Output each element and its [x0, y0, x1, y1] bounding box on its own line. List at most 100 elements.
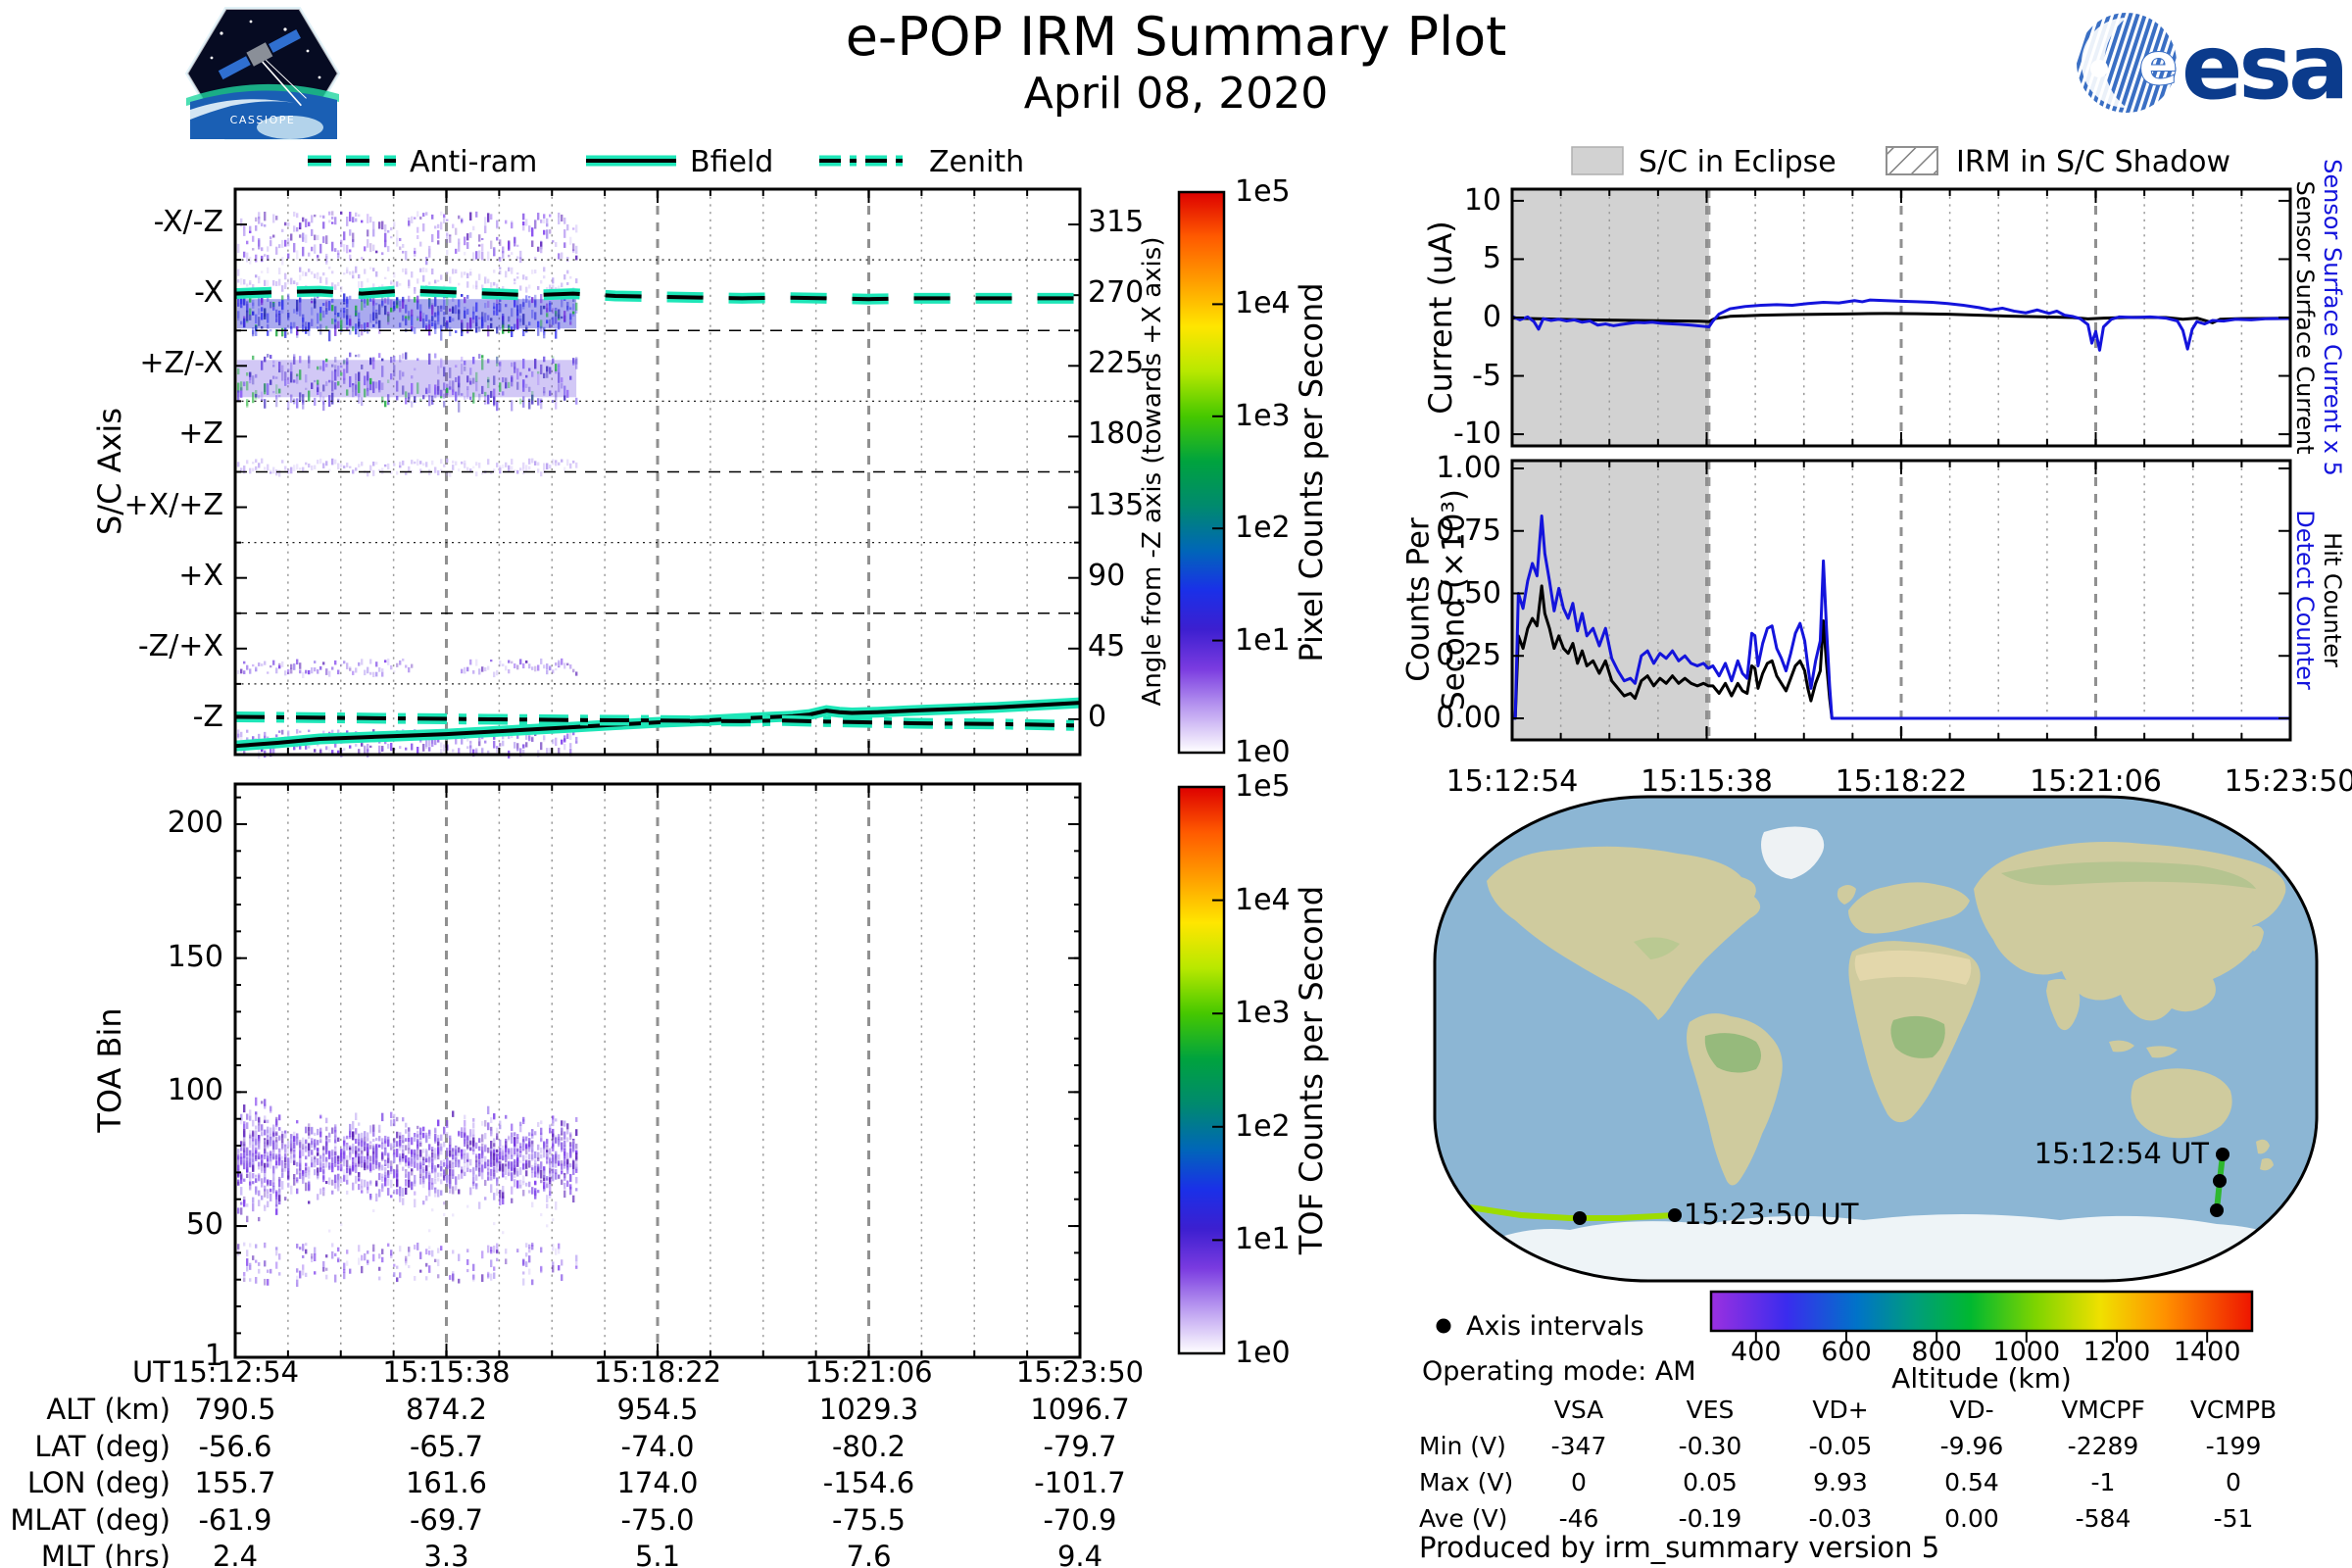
colorbar-tick-label: 1e3: [1235, 996, 1291, 1031]
ephemeris-cell: 15:12:54: [171, 1355, 300, 1389]
altitude-tick-label: 1200: [2082, 1337, 2151, 1367]
map-end-time-label: 15:23:50 UT: [1684, 1198, 1859, 1231]
page-date: April 08, 2020: [1023, 69, 1329, 119]
sc-axis-category-label: +Z/-X: [139, 346, 223, 381]
voltage-column-header: VSA: [1553, 1396, 1604, 1424]
colorbar-tick-label: 1e1: [1235, 622, 1291, 658]
voltage-cell: 0: [2226, 1468, 2241, 1496]
pixel-colorbar-label: Pixel Counts per Second: [1293, 282, 1330, 662]
voltage-cell: -0.19: [1678, 1504, 1742, 1533]
altitude-tick-label: 1000: [1992, 1337, 2061, 1367]
voltage-cell: -0.03: [1808, 1504, 1873, 1533]
patch-text: CASSIOPE: [230, 114, 296, 126]
voltage-cell: -46: [1558, 1504, 1599, 1533]
voltage-column-header: VD+: [1812, 1396, 1869, 1424]
voltage-cell: -199: [2205, 1432, 2262, 1460]
ephemeris-cell: 161.6: [405, 1466, 488, 1499]
colorbar-tick-label: 1e5: [1235, 174, 1291, 209]
current-tick-label: 10: [1463, 182, 1501, 218]
voltage-row-label: Max (V): [1419, 1468, 1514, 1496]
ephemeris-cell: 15:15:38: [382, 1355, 511, 1389]
ephemeris-cell: 9.4: [1056, 1540, 1103, 1568]
esa-logo: e esa: [2075, 11, 2349, 120]
ephemeris-cell: -61.9: [198, 1503, 272, 1537]
produced-by-text: Produced by irm_summary version 5: [1419, 1531, 1940, 1564]
current-tick-label: 5: [1482, 241, 1501, 276]
legend-zenith-label: Zenith: [929, 145, 1025, 179]
current-tick-label: -5: [1472, 358, 1501, 393]
ephemeris-cell: -70.9: [1043, 1503, 1117, 1537]
altitude-tick-label: 400: [1731, 1337, 1782, 1367]
detect-counter-label: Detect Counter: [2291, 510, 2319, 690]
voltage-cell: -2289: [2067, 1432, 2139, 1460]
voltage-cell: 0.54: [1944, 1468, 1999, 1496]
voltage-row-label: Ave (V): [1419, 1504, 1508, 1533]
time-tick-label: 15:18:22: [1835, 764, 1968, 799]
angle-tick-label: 90: [1088, 558, 1126, 593]
colorbar-tick-label: 1e2: [1235, 1108, 1291, 1144]
voltage-cell: -51: [2213, 1504, 2254, 1533]
angle-tick-label: 225: [1088, 346, 1145, 381]
altitude-tick-label: 800: [1911, 1337, 1962, 1367]
legend-shadow-label: IRM in S/C Shadow: [1956, 145, 2231, 179]
voltage-cell: 0: [1571, 1468, 1587, 1496]
counts-tick-label: 0.75: [1436, 513, 1501, 548]
angle-tick-label: 315: [1088, 205, 1145, 240]
toa-tick-label: 150: [167, 939, 223, 974]
altitude-tick-label: 600: [1821, 1337, 1872, 1367]
colorbar-tick-label: 1e0: [1235, 1336, 1291, 1370]
sc-axis-category-label: +Z: [178, 416, 223, 452]
ephemeris-cell: 3.3: [423, 1540, 469, 1568]
ephemeris-cell: 954.5: [616, 1393, 699, 1426]
plots-canvas: [233, 146, 2319, 1359]
ephemeris-cell: -154.6: [822, 1466, 915, 1499]
current-tick-label: -10: [1453, 416, 1501, 452]
toa-tick-label: 100: [167, 1073, 223, 1108]
voltage-cell: -0.05: [1808, 1432, 1873, 1460]
toa-tick-label: 50: [185, 1207, 223, 1243]
voltage-cell: -9.96: [1939, 1432, 2004, 1460]
angle-tick-label: 270: [1088, 275, 1145, 311]
voltage-cell: -1: [2090, 1468, 2116, 1496]
ephemeris-cell: 790.5: [194, 1393, 276, 1426]
colorbar-tick-label: 1e0: [1235, 735, 1291, 769]
sc-axis-category-label: +X: [178, 558, 223, 593]
angle-tick-label: 135: [1088, 487, 1145, 522]
ephemeris-cell: -75.5: [831, 1503, 906, 1537]
colorbar-tick-label: 1e4: [1235, 286, 1291, 321]
angle-tick-label: 180: [1088, 416, 1145, 452]
voltage-column-header: VCMPB: [2189, 1396, 2278, 1424]
voltage-cell: 9.93: [1813, 1468, 1868, 1496]
tof-colorbar-label: TOF Counts per Second: [1293, 885, 1330, 1255]
voltage-cell: 0.05: [1683, 1468, 1738, 1496]
voltage-row-label: Min (V): [1419, 1432, 1506, 1460]
legend-bfield-label: Bfield: [690, 145, 774, 179]
ephemeris-cell: -75.0: [620, 1503, 695, 1537]
time-tick-label: 15:23:50: [2224, 764, 2352, 799]
ephemeris-cell: 7.6: [846, 1540, 892, 1568]
voltage-cell: -584: [2075, 1504, 2132, 1533]
ephemeris-cell: -65.7: [409, 1430, 484, 1463]
voltage-column-header: VES: [1686, 1396, 1735, 1424]
sc-axis-category-label: -X: [194, 275, 223, 311]
voltage-column-header: VD-: [1949, 1396, 1994, 1424]
legend-antiram-label: Anti-ram: [410, 145, 538, 179]
counts-tick-label: 0.00: [1436, 701, 1501, 735]
time-tick-label: 15:21:06: [2030, 764, 2162, 799]
ephemeris-cell: 874.2: [405, 1393, 488, 1426]
page-title: e-POP IRM Summary Plot: [845, 6, 1507, 68]
time-tick-label: 15:12:54: [1446, 764, 1579, 799]
colorbar-tick-label: 1e2: [1235, 511, 1291, 546]
cassiope-patch-logo: CASSIOPE: [183, 6, 342, 141]
toa-ylabel: TOA Bin: [91, 1007, 128, 1133]
altitude-tick-label: 1400: [2173, 1337, 2241, 1367]
sensor-current-x5-label: Sensor Surface Current x 5: [2319, 159, 2346, 476]
voltage-cell: 0.00: [1944, 1504, 1999, 1533]
sc-axis-category-label: -Z: [192, 699, 223, 734]
sc-axis-category-label: -Z/+X: [137, 628, 223, 663]
summary-plot-page: CASSIOPE e esa e-POP IRM Summary Plot Ap…: [0, 0, 2352, 1568]
svg-text:e: e: [2138, 30, 2179, 99]
ephemeris-cell: 2.4: [212, 1540, 259, 1568]
ephemeris-cell: 174.0: [616, 1466, 699, 1499]
current-tick-label: 0: [1482, 300, 1501, 334]
